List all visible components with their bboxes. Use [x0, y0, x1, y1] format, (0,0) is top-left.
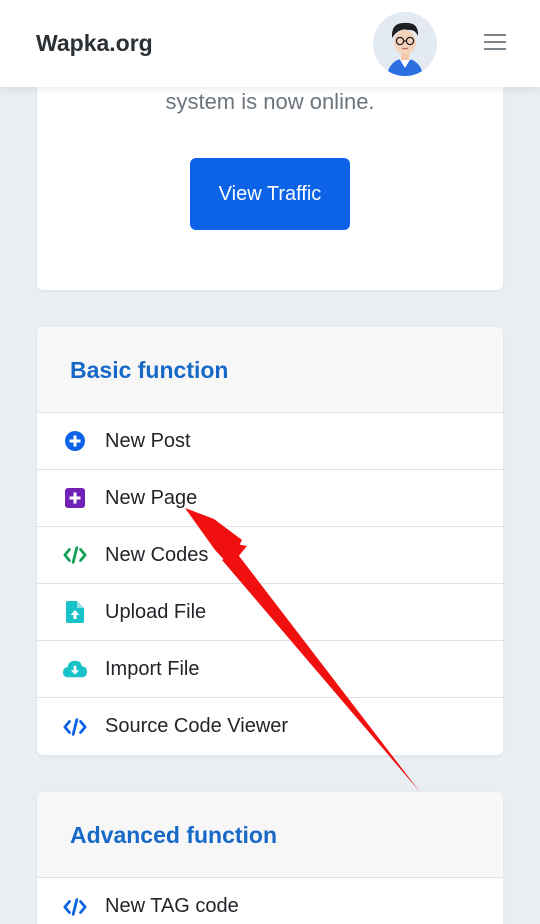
- advanced-function-title: Advanced function: [37, 792, 503, 878]
- top-navbar: Wapka.org: [0, 0, 540, 87]
- code-icon: [63, 543, 87, 567]
- list-item-label: New Page: [105, 486, 198, 509]
- basic-function-title: Basic function: [37, 327, 503, 413]
- list-item-label: Source Code Viewer: [105, 715, 289, 737]
- menu-bar: [484, 41, 506, 43]
- hamburger-menu-icon[interactable]: [484, 34, 506, 52]
- avatar-illustration-icon: [373, 12, 437, 76]
- list-item-new-tag-code[interactable]: New TAG code: [37, 878, 503, 924]
- view-traffic-button[interactable]: View Traffic: [190, 158, 350, 230]
- code-icon: [63, 715, 87, 739]
- file-upload-icon: [63, 600, 87, 624]
- status-card: system is now online. View Traffic: [37, 70, 503, 290]
- cloud-download-icon: [63, 657, 87, 681]
- list-item-label: New Post: [105, 429, 191, 452]
- menu-bar: [484, 34, 506, 36]
- list-item-new-codes[interactable]: New Codes: [37, 527, 503, 584]
- list-item-new-post[interactable]: New Post: [37, 413, 503, 470]
- list-item-label: New Codes: [105, 543, 209, 566]
- list-item-import-file[interactable]: Import File: [37, 641, 503, 698]
- list-item-label: Import File: [105, 657, 200, 680]
- list-item-upload-file[interactable]: Upload File: [37, 584, 503, 641]
- avatar[interactable]: [373, 12, 437, 76]
- list-item-source-code-viewer[interactable]: Source Code Viewer: [37, 698, 503, 755]
- code-icon: [63, 895, 87, 919]
- status-text: system is now online.: [165, 89, 375, 114]
- plus-square-icon: [63, 486, 87, 510]
- menu-bar: [484, 48, 506, 50]
- list-item-label: Upload File: [105, 600, 207, 623]
- list-item-label: New TAG code: [105, 895, 239, 917]
- plus-circle-icon: [63, 429, 87, 453]
- brand-logo[interactable]: Wapka.org: [36, 30, 153, 57]
- list-item-new-page[interactable]: New Page: [37, 470, 503, 527]
- basic-function-card: Basic function New Post New Page New Cod…: [37, 327, 503, 755]
- advanced-function-card: Advanced function New TAG code: [37, 792, 503, 924]
